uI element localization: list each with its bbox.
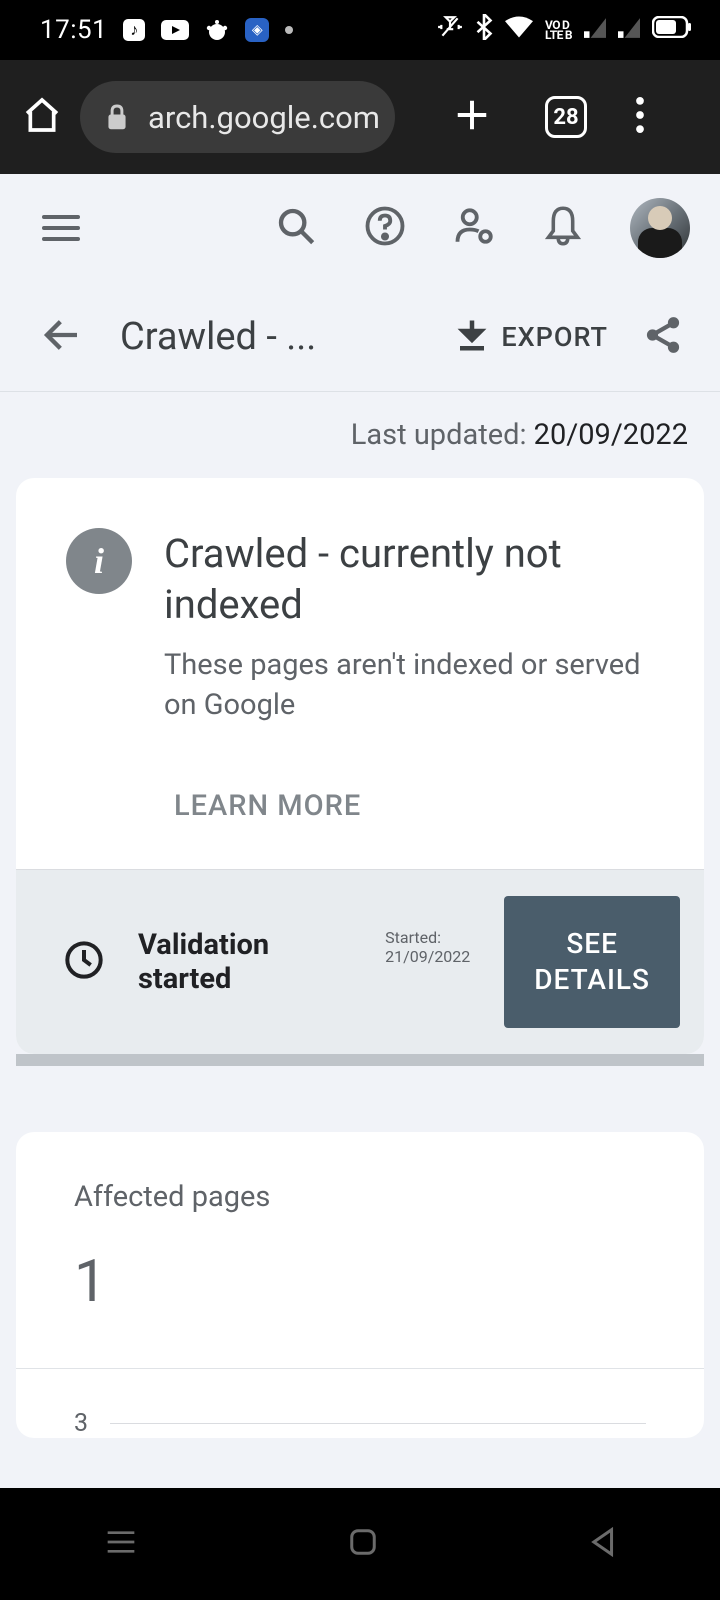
download-icon [457,320,487,354]
battery-icon [652,15,692,45]
card-shadow [16,1054,704,1066]
url-bar[interactable]: arch.google.com [80,81,395,153]
validation-started-label: Started: [385,928,470,947]
clock-icon [64,940,104,984]
back-arrow-icon[interactable] [42,315,82,359]
tiktok-icon: ♪ [123,19,145,41]
android-status-bar: 17:51 ♪ ◈ VO DLTE B [0,0,720,60]
network-label-icon: VO DLTE B [545,20,572,40]
home-nav-icon[interactable] [348,1527,378,1561]
affected-pages-count: 1 [16,1248,704,1316]
chrome-toolbar: arch.google.com 28 [0,60,720,174]
validation-title: Validation started [138,928,353,996]
affected-pages-label: Affected pages [16,1180,704,1214]
new-tab-icon[interactable] [453,96,491,138]
last-updated: Last updated: 20/09/2022 [0,392,720,478]
app-icon: ◈ [245,18,269,42]
affected-pages-card: Affected pages 1 3 [16,1132,704,1438]
vibrate-icon [437,14,463,47]
gsc-header [0,174,720,282]
back-nav-icon[interactable] [589,1527,615,1561]
issue-card: i Crawled - currently not indexed These … [16,478,704,1054]
gridline [110,1423,646,1424]
validation-row: Validation started Started: 21/09/2022 S… [16,869,704,1055]
page-subheader: Crawled - ... EXPORT [0,282,720,392]
signal-2-icon [618,15,640,45]
export-label: EXPORT [501,321,608,353]
search-icon[interactable] [276,206,316,250]
help-icon[interactable] [364,205,406,251]
tab-switcher[interactable]: 28 [545,96,587,138]
signal-1-icon [584,15,606,45]
youtube-icon [161,20,189,40]
bluetooth-icon [475,14,493,47]
info-icon: i [66,528,132,594]
browser-menu-icon[interactable] [635,97,645,137]
issue-heading: Crawled - currently not indexed [164,528,668,630]
page-title: Crawled - ... [120,315,457,359]
last-updated-date: 20/09/2022 [534,418,688,452]
export-button[interactable]: EXPORT [457,320,608,354]
chart-axis: 3 [16,1369,704,1438]
notifications-icon[interactable] [544,205,582,251]
last-updated-label: Last updated: [351,418,534,452]
android-nav-bar [0,1488,720,1600]
avatar[interactable] [630,198,690,258]
learn-more-button[interactable]: LEARN MORE [16,765,704,869]
see-details-button[interactable]: SEEDETAILS [504,896,680,1029]
issue-description: These pages aren't indexed or served on … [164,646,668,724]
hamburger-menu-icon[interactable] [42,215,80,241]
y-axis-tick: 3 [74,1409,88,1438]
share-icon[interactable] [642,314,684,360]
wifi-icon [505,15,533,45]
notification-dot-icon [285,26,293,34]
status-time: 17:51 [40,15,107,45]
home-icon[interactable] [22,95,62,139]
url-text: arch.google.com [148,99,380,136]
reddit-icon [205,18,229,42]
recents-icon[interactable] [105,1528,137,1560]
user-settings-icon[interactable] [454,205,496,251]
lock-icon [106,103,128,131]
validation-started-date: 21/09/2022 [385,947,470,966]
